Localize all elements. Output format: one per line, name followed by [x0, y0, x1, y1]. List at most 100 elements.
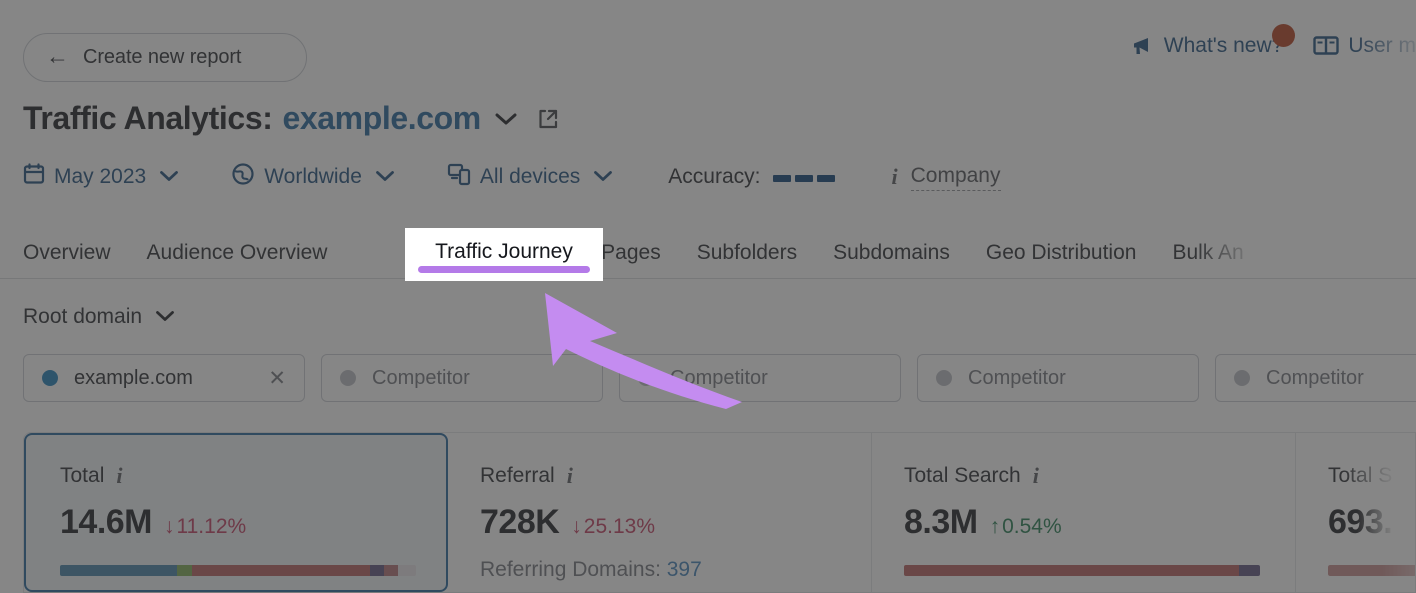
tab-overview[interactable]: Overview	[23, 228, 129, 278]
metric-card-total[interactable]: Total i 14.6M ↓ 11.12%	[24, 433, 448, 592]
chevron-down-icon	[158, 165, 180, 189]
bar-segment	[191, 565, 370, 576]
calendar-icon	[23, 163, 45, 191]
user-manual-link[interactable]: User m	[1313, 34, 1416, 58]
location-filter-label: Worldwide	[264, 165, 362, 188]
accuracy-label: Accuracy:	[668, 165, 761, 188]
tab-subdomains[interactable]: Subdomains	[815, 228, 968, 278]
metric-card-value-row: 14.6M ↓ 11.12%	[60, 503, 446, 542]
competitor-chips: example.com ✕ Competitor Competitor Comp…	[23, 354, 1416, 402]
book-icon	[1313, 35, 1340, 57]
metric-card-stacked-bar	[904, 565, 1260, 576]
active-tab-underline	[418, 266, 590, 273]
bar-segment	[904, 565, 1239, 576]
metric-card-delta-value: 11.12%	[176, 515, 247, 538]
tab-subfolders[interactable]: Subfolders	[679, 228, 815, 278]
create-new-report-button[interactable]: ← Create new report	[23, 33, 307, 82]
device-filter-label: All devices	[479, 165, 581, 188]
whats-new-link[interactable]: What's new?	[1131, 24, 1296, 58]
metric-card-header: Total i	[60, 463, 446, 489]
metric-card-delta-value: 25.13%	[583, 515, 656, 538]
referring-domains-label: Referring Domains:	[480, 558, 661, 581]
competitor-chip-empty-1[interactable]: Competitor	[321, 354, 603, 402]
external-link-icon[interactable]	[537, 108, 559, 130]
series-color-dot	[1234, 370, 1250, 386]
tab-bulk-analysis[interactable]: Bulk An	[1154, 228, 1261, 278]
bar-segment	[177, 565, 192, 576]
tab-bar: Overview Audience Overview Top Pages Sub…	[0, 228, 1416, 279]
metric-card-title: Total S	[1328, 464, 1393, 487]
arrow-down-icon: ↓	[571, 515, 582, 538]
notification-badge	[1272, 24, 1296, 47]
metric-card-value: 14.6M	[60, 503, 153, 541]
metric-card-title: Referral	[480, 464, 555, 487]
tab-label: Subdomains	[833, 241, 950, 264]
metric-card-value-row: 8.3M ↑ 0.54%	[904, 503, 1295, 542]
tab-label: Subfolders	[696, 241, 798, 264]
metric-card-total-search[interactable]: Total Search i 8.3M ↑ 0.54%	[872, 433, 1296, 592]
info-icon[interactable]: i	[567, 463, 573, 489]
competitor-chip-placeholder: Competitor	[1266, 367, 1416, 390]
competitor-chip-empty-3[interactable]: Competitor	[917, 354, 1199, 402]
filter-bar: May 2023 Worldwide All devices Accuracy:…	[23, 160, 1001, 194]
competitor-chip-owner[interactable]: example.com ✕	[23, 354, 305, 402]
metric-card-value: 8.3M	[904, 503, 978, 541]
chevron-down-icon	[374, 165, 396, 189]
series-color-dot	[340, 370, 356, 386]
info-icon[interactable]: i	[891, 164, 897, 190]
competitor-chip-empty-2[interactable]: Competitor	[619, 354, 901, 402]
megaphone-icon	[1131, 35, 1155, 57]
tab-label: Overview	[23, 241, 111, 264]
metric-card-header: Total S	[1328, 463, 1415, 489]
user-manual-label: User m	[1348, 34, 1416, 57]
tab-label: Geo Distribution	[985, 241, 1137, 264]
metric-card-delta: ↓ 11.12%	[164, 515, 246, 539]
date-filter[interactable]: May 2023	[23, 163, 180, 191]
competitor-chip-placeholder: Competitor	[372, 366, 470, 389]
metric-card-partial[interactable]: Total S 693.	[1296, 433, 1415, 592]
device-filter[interactable]: All devices	[447, 162, 614, 192]
company-hint: i Company	[891, 164, 1001, 191]
metric-card-title: Total	[60, 464, 105, 487]
competitor-chip-placeholder: Competitor	[968, 366, 1066, 389]
bar-segment	[1328, 565, 1415, 576]
metric-card-value-row: 693.	[1328, 503, 1415, 542]
arrow-left-icon: ←	[46, 42, 69, 69]
top-bar: ← Create new report What's new? User m	[0, 0, 1416, 96]
metric-card-stacked-bar	[1328, 565, 1415, 576]
scope-label: Root domain	[23, 305, 143, 328]
metric-card-referral[interactable]: Referral i 728K ↓ 25.13% Referring Domain…	[448, 433, 872, 592]
info-icon[interactable]: i	[116, 463, 122, 489]
accuracy-indicator: Accuracy:	[668, 165, 836, 189]
tab-geo-distribution[interactable]: Geo Distribution	[968, 228, 1155, 278]
competitor-chip-empty-4[interactable]: Competitor	[1215, 354, 1416, 402]
metric-card-title: Total Search	[904, 464, 1021, 487]
page-title-domain[interactable]: example.com	[282, 100, 481, 137]
page-title: Traffic Analytics: example.com	[23, 100, 559, 137]
metric-card-value: 728K	[480, 503, 560, 541]
tab-audience-overview[interactable]: Audience Overview	[129, 228, 346, 278]
tab-label: Traffic Journey	[435, 240, 573, 263]
referring-domains: Referring Domains: 397	[480, 558, 871, 582]
metric-card-delta-value: 0.54%	[1002, 515, 1062, 538]
tab-traffic-journey[interactable]: Traffic Journey	[405, 228, 603, 281]
metric-card-header: Total Search i	[904, 463, 1295, 489]
series-color-dot	[638, 370, 654, 386]
close-icon[interactable]: ✕	[268, 366, 286, 391]
chevron-down-icon[interactable]	[493, 111, 519, 127]
referring-domains-value[interactable]: 397	[667, 558, 702, 581]
series-color-dot	[936, 370, 952, 386]
tab-label: Bulk An	[1172, 241, 1244, 264]
company-label[interactable]: Company	[910, 164, 1001, 191]
info-icon[interactable]: i	[1033, 463, 1039, 489]
bar-segment	[369, 565, 384, 576]
app-root: ← Create new report What's new? User m T…	[0, 0, 1416, 593]
metric-cards: Total i 14.6M ↓ 11.12% Referral i 728K ↓ 2…	[23, 432, 1416, 593]
date-filter-label: May 2023	[54, 165, 147, 188]
globe-icon	[231, 162, 255, 192]
location-filter[interactable]: Worldwide	[231, 162, 396, 192]
chevron-down-icon	[154, 305, 176, 329]
bar-segment	[60, 565, 178, 576]
scope-selector[interactable]: Root domain	[23, 305, 176, 329]
bar-segment	[383, 565, 399, 576]
